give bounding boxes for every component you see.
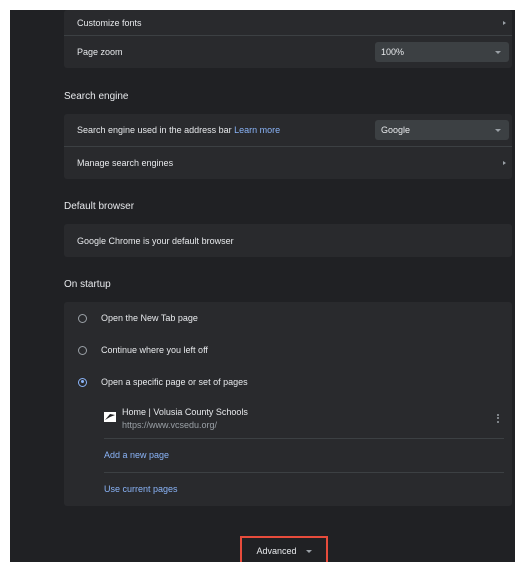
default-browser-row: Google Chrome is your default browser: [64, 224, 512, 257]
startup-page-item: Home | Volusia County Schools https://ww…: [64, 400, 512, 436]
on-startup-title: On startup: [64, 279, 111, 290]
search-engine-select[interactable]: Google: [375, 120, 509, 140]
search-engine-row: Search engine used in the address bar Le…: [64, 114, 512, 146]
customize-fonts-row[interactable]: Customize fonts: [64, 10, 512, 35]
startup-page-title: Home | Volusia County Schools: [122, 406, 248, 417]
advanced-button[interactable]: Advanced: [240, 536, 328, 562]
startup-option[interactable]: Continue where you left off: [64, 334, 512, 366]
appearance-card: Customize fonts Page zoom 100%: [64, 10, 512, 68]
customize-fonts-label: Customize fonts: [77, 17, 142, 28]
manage-search-engines-row[interactable]: Manage search engines: [64, 147, 512, 179]
radio-button[interactable]: [78, 313, 87, 323]
add-new-page-link[interactable]: Add a new page: [104, 450, 169, 460]
search-engine-value: Google: [381, 125, 411, 135]
chevron-down-icon: [495, 50, 501, 54]
advanced-label: Advanced: [256, 546, 297, 556]
add-page-row: Add a new page: [64, 439, 512, 471]
more-actions-icon[interactable]: [497, 413, 499, 423]
settings-page: Customize fonts Page zoom 100% Search en…: [10, 10, 515, 562]
page-zoom-value: 100%: [381, 47, 405, 57]
on-startup-card: Open the New Tab page Continue where you…: [64, 302, 512, 506]
site-favicon-icon: [104, 412, 116, 422]
chevron-down-icon: [305, 549, 312, 553]
startup-option-label: Open the New Tab page: [101, 313, 198, 323]
startup-option-label: Open a specific page or set of pages: [101, 377, 248, 387]
use-current-row: Use current pages: [64, 473, 512, 505]
search-engine-label: Search engine used in the address bar Le…: [77, 125, 281, 135]
startup-option-label: Continue where you left off: [101, 345, 208, 355]
radio-button[interactable]: [78, 345, 87, 355]
page-zoom-label: Page zoom: [77, 47, 123, 57]
manage-search-engines-label: Manage search engines: [77, 158, 174, 168]
default-browser-status: Google Chrome is your default browser: [77, 235, 234, 246]
use-current-pages-link[interactable]: Use current pages: [104, 484, 178, 494]
default-browser-card: Google Chrome is your default browser: [64, 224, 512, 257]
chevron-down-icon: [495, 128, 501, 132]
page-zoom-row: Page zoom 100%: [64, 36, 512, 68]
search-engine-title: Search engine: [64, 91, 129, 102]
search-engine-card: Search engine used in the address bar Le…: [64, 114, 512, 179]
startup-option[interactable]: Open a specific page or set of pages: [64, 366, 512, 398]
startup-page-url: https://www.vcsedu.org/: [122, 419, 218, 430]
chevron-right-icon: [503, 161, 506, 165]
chevron-right-icon: [503, 20, 506, 25]
learn-more-link[interactable]: Learn more: [234, 125, 280, 135]
default-browser-title: Default browser: [64, 201, 135, 212]
page-zoom-select[interactable]: 100%: [375, 42, 509, 62]
startup-option[interactable]: Open the New Tab page: [64, 302, 512, 334]
radio-button-selected[interactable]: [78, 377, 87, 387]
